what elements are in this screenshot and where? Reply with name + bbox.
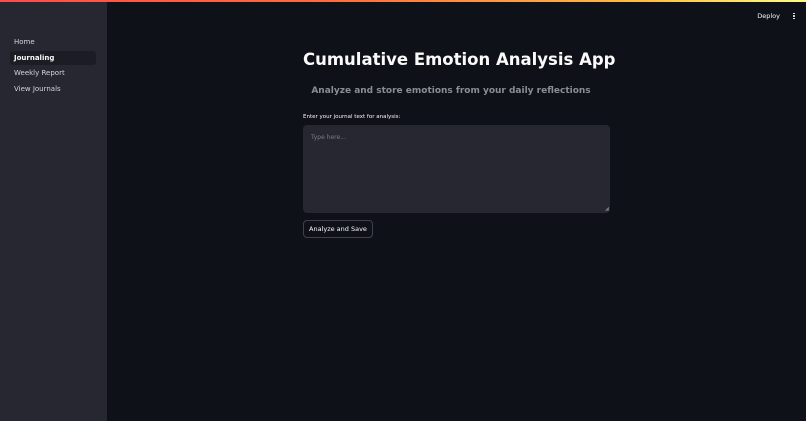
deploy-button[interactable]: Deploy <box>753 10 784 22</box>
page-subtitle: Analyze and store emotions from your dai… <box>311 86 591 96</box>
top-decoration-stripe <box>0 0 806 2</box>
app-window: Home Journaling Weekly Report View Journ… <box>0 0 806 421</box>
sidebar: Home Journaling Weekly Report View Journ… <box>0 0 107 421</box>
vertical-ellipsis-icon[interactable] <box>792 12 796 20</box>
analyze-and-save-button[interactable]: Analyze and Save <box>303 220 373 238</box>
page-title: Cumulative Emotion Analysis App <box>303 50 616 69</box>
sidebar-item-home[interactable]: Home <box>10 35 96 49</box>
sidebar-item-view-journals[interactable]: View Journals <box>10 82 96 96</box>
sidebar-nav: Home Journaling Weekly Report View Journ… <box>10 35 96 98</box>
journal-text-input[interactable] <box>303 125 610 213</box>
sidebar-item-journaling[interactable]: Journaling <box>10 50 96 65</box>
header-actions: Deploy <box>753 9 796 23</box>
sidebar-item-weekly-report[interactable]: Weekly Report <box>10 66 96 80</box>
journal-input-label: Enter your journal text for analysis: <box>303 114 401 120</box>
